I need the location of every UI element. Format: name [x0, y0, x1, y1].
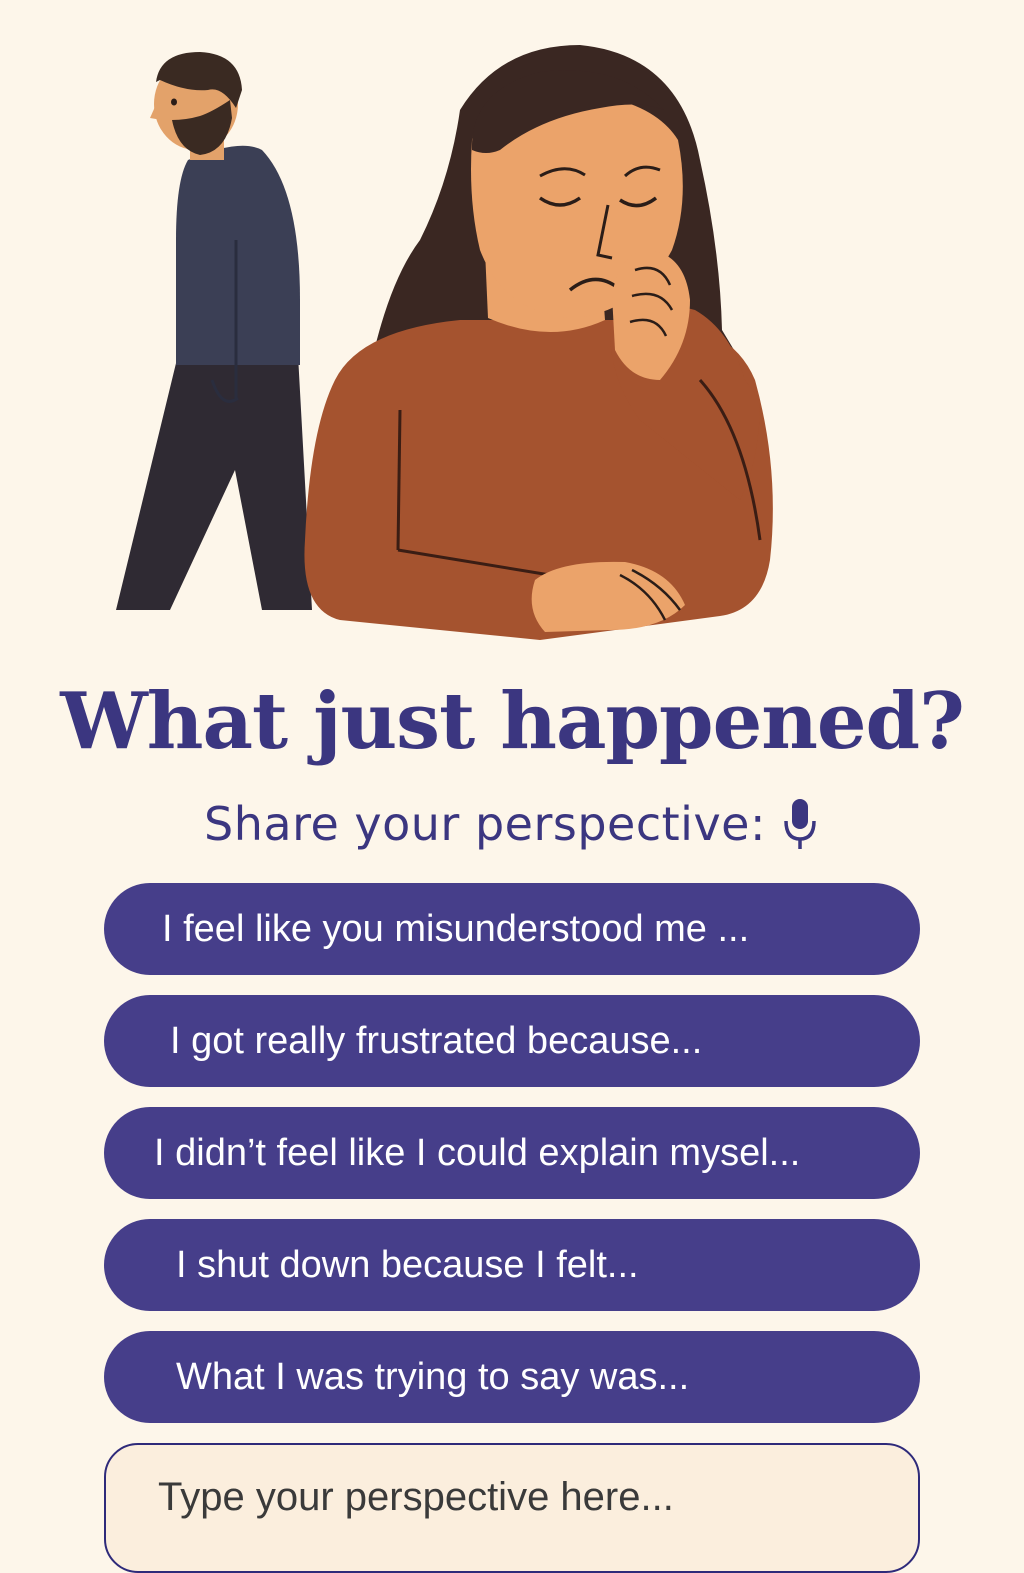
microphone-icon[interactable] — [780, 794, 820, 854]
sad-woman-figure — [304, 45, 773, 640]
subtitle-label: Share your perspective: — [204, 797, 766, 851]
prompt-button-shut-down[interactable]: I shut down because I felt... — [104, 1219, 920, 1311]
perspective-input[interactable] — [158, 1475, 866, 1520]
header-illustration — [116, 45, 773, 640]
walking-man-figure — [116, 52, 312, 610]
prompt-button-frustrated[interactable]: I got really frustrated because... — [104, 995, 920, 1087]
page-title: What just happened? — [60, 676, 965, 767]
perspective-input-box — [104, 1443, 920, 1573]
prompt-button-misunderstood[interactable]: I feel like you misunderstood me ... — [104, 883, 920, 975]
prompt-button-explain[interactable]: I didn’t feel like I could explain mysel… — [104, 1107, 920, 1199]
subtitle-row: Share your perspective: — [0, 790, 1024, 858]
prompt-button-trying-to-say[interactable]: What I was trying to say was... — [104, 1331, 920, 1423]
prompt-list: I feel like you misunderstood me ... I g… — [104, 883, 920, 1443]
